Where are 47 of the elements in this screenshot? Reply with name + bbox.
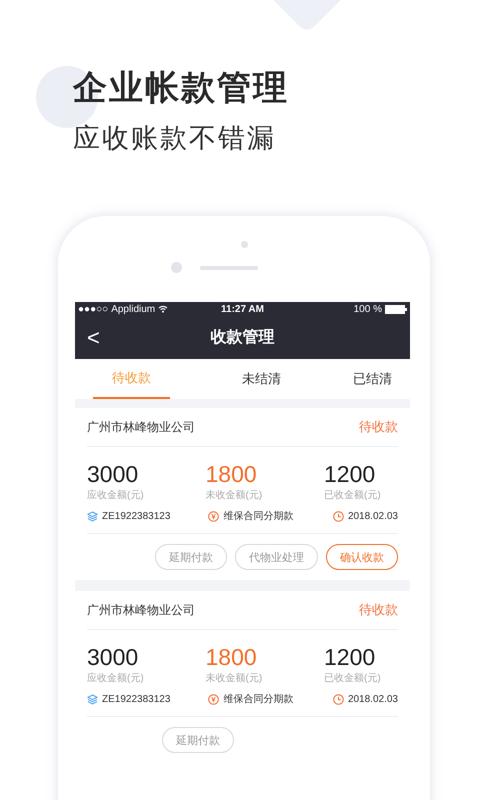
action-button[interactable]: 延期付款 [162, 727, 234, 753]
tab[interactable]: 未结清 [242, 359, 281, 399]
detail-text: 2018.02.03 [348, 510, 398, 522]
amount-value: 1200 [324, 643, 376, 672]
tab[interactable]: 待收款 [93, 359, 170, 399]
amount-label: 应收金额(元) [87, 672, 145, 686]
headline: 企业帐款管理 [73, 68, 290, 109]
battery-icon [384, 304, 407, 314]
company-name: 广州市林峰物业公司 [87, 602, 195, 618]
tab[interactable]: 已结清 [353, 359, 392, 399]
amount-value: 3000 [87, 460, 140, 489]
layers-icon [87, 510, 98, 522]
detail-text: ZE1922383123 [102, 694, 170, 704]
clock-icon [332, 510, 344, 522]
amount-value: 3000 [87, 643, 140, 672]
amount-label: 已收金额(元) [324, 672, 382, 686]
action-button[interactable]: 确认收款 [326, 544, 398, 570]
status-label: 待收款 [359, 418, 398, 436]
detail-text: ZE1922383123 [102, 510, 170, 522]
yen-icon [208, 694, 220, 704]
carrier-name: Applidium [111, 304, 156, 314]
sensor-icon [240, 241, 248, 248]
amount-label: 应收金额(元) [87, 489, 145, 503]
back-button[interactable]: < [83, 325, 104, 351]
amount-label: 已收金额(元) [324, 489, 382, 503]
action-button[interactable]: 延期付款 [155, 544, 227, 570]
detail-text: 维保合同分期款 [223, 692, 294, 706]
page-title: 收款管理 [210, 328, 274, 348]
wifi-icon [158, 305, 168, 313]
signal-indicator: ●●●○○ [78, 304, 108, 314]
status-time: 11:27 AM [221, 304, 264, 314]
camera-icon [170, 262, 182, 273]
yen-icon [208, 510, 220, 522]
amount-label: 未收金额(元) [206, 489, 264, 503]
battery-percent: 100 % [354, 304, 382, 314]
detail-text: 2018.02.03 [348, 694, 398, 704]
clock-icon [332, 694, 344, 704]
company-name: 广州市林峰物业公司 [87, 418, 195, 436]
amount-value: 1200 [324, 460, 376, 489]
layers-icon [87, 694, 98, 704]
amount-label: 未收金额(元) [206, 672, 264, 686]
subtitle: 应收账款不错漏 [73, 122, 277, 155]
detail-text: 维保合同分期款 [223, 510, 294, 523]
status-label: 待收款 [359, 601, 398, 619]
action-button[interactable]: 代物业处理 [235, 544, 318, 570]
amount-value: 1800 [206, 460, 258, 489]
amount-value: 1800 [206, 643, 258, 672]
